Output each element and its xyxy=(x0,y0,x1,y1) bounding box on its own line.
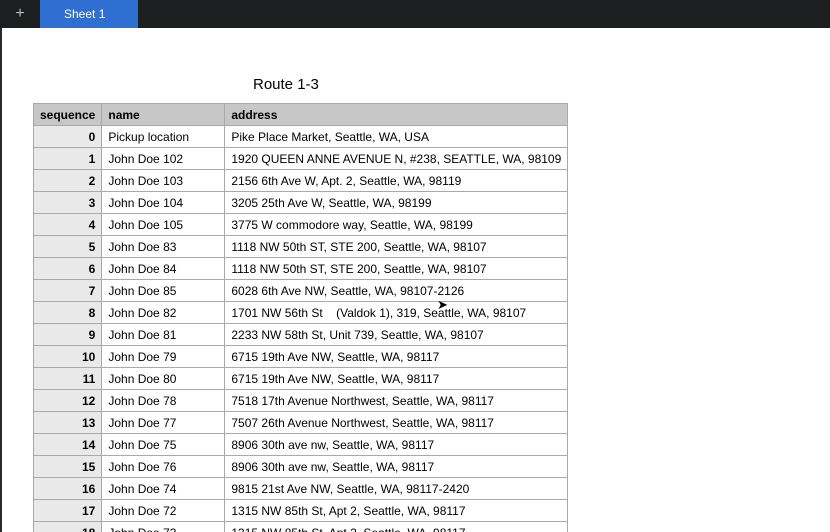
tab-bar: + Sheet 1 xyxy=(0,0,830,28)
cell-seq[interactable]: 0 xyxy=(34,126,102,148)
table-row: 9John Doe 812233 NW 58th St, Unit 739, S… xyxy=(34,324,568,346)
cell-name[interactable]: John Doe 81 xyxy=(102,324,225,346)
cell-seq[interactable]: 12 xyxy=(34,390,102,412)
cell-seq[interactable]: 8 xyxy=(34,302,102,324)
table-row: 8John Doe 821701 NW 56th St (Valdok 1), … xyxy=(34,302,568,324)
cell-addr[interactable]: 8906 30th ave nw, Seattle, WA, 98117 xyxy=(225,456,568,478)
cell-name[interactable]: John Doe 104 xyxy=(102,192,225,214)
cell-seq[interactable]: 16 xyxy=(34,478,102,500)
table-row: 7John Doe 856028 6th Ave NW, Seattle, WA… xyxy=(34,280,568,302)
cell-seq[interactable]: 11 xyxy=(34,368,102,390)
cell-seq[interactable]: 10 xyxy=(34,346,102,368)
cell-name[interactable]: John Doe 74 xyxy=(102,478,225,500)
cell-name[interactable]: John Doe 78 xyxy=(102,390,225,412)
cell-addr[interactable]: 2233 NW 58th St, Unit 739, Seattle, WA, … xyxy=(225,324,568,346)
cell-name[interactable]: Pickup location xyxy=(102,126,225,148)
table-row: 17John Doe 721315 NW 85th St, Apt 2, Sea… xyxy=(34,500,568,522)
cell-addr[interactable]: 7518 17th Avenue Northwest, Seattle, WA,… xyxy=(225,390,568,412)
cell-seq[interactable]: 15 xyxy=(34,456,102,478)
cell-addr[interactable]: 8906 30th ave nw, Seattle, WA, 98117 xyxy=(225,434,568,456)
header-row: sequence name address xyxy=(34,104,568,126)
cell-name[interactable]: John Doe 103 xyxy=(102,170,225,192)
cell-seq[interactable]: 3 xyxy=(34,192,102,214)
left-edge xyxy=(0,28,2,532)
cell-addr[interactable]: 1920 QUEEN ANNE AVENUE N, #238, SEATTLE,… xyxy=(225,148,568,170)
cell-seq[interactable]: 7 xyxy=(34,280,102,302)
cell-seq[interactable]: 9 xyxy=(34,324,102,346)
cell-name[interactable]: John Doe 79 xyxy=(102,346,225,368)
sheet-content: Route 1-3 sequence name address 0Pickup … xyxy=(0,28,830,532)
col-name[interactable]: name xyxy=(102,104,225,126)
table-row: 10John Doe 796715 19th Ave NW, Seattle, … xyxy=(34,346,568,368)
cell-name[interactable]: John Doe 72 xyxy=(102,500,225,522)
table-row: 18John Doe 731315 NW 85th St, Apt 2, Sea… xyxy=(34,522,568,532)
col-address[interactable]: address xyxy=(225,104,568,126)
cell-seq[interactable]: 5 xyxy=(34,236,102,258)
cell-addr[interactable]: 3775 W commodore way, Seattle, WA, 98199 xyxy=(225,214,568,236)
cell-name[interactable]: John Doe 77 xyxy=(102,412,225,434)
cell-seq[interactable]: 2 xyxy=(34,170,102,192)
cell-seq[interactable]: 6 xyxy=(34,258,102,280)
cell-addr[interactable]: 1118 NW 50th ST, STE 200, Seattle, WA, 9… xyxy=(225,258,568,280)
cell-name[interactable]: John Doe 102 xyxy=(102,148,225,170)
table-row: 13John Doe 777507 26th Avenue Northwest,… xyxy=(34,412,568,434)
cell-addr[interactable]: 6028 6th Ave NW, Seattle, WA, 98107-2126 xyxy=(225,280,568,302)
cell-seq[interactable]: 1 xyxy=(34,148,102,170)
cell-seq[interactable]: 4 xyxy=(34,214,102,236)
cell-addr[interactable]: 6715 19th Ave NW, Seattle, WA, 98117 xyxy=(225,346,568,368)
cell-addr[interactable]: 1118 NW 50th ST, STE 200, Seattle, WA, 9… xyxy=(225,236,568,258)
add-sheet-button[interactable]: + xyxy=(0,0,40,28)
cell-addr[interactable]: 3205 25th Ave W, Seattle, WA, 98199 xyxy=(225,192,568,214)
table-row: 0Pickup locationPike Place Market, Seatt… xyxy=(34,126,568,148)
col-sequence[interactable]: sequence xyxy=(34,104,102,126)
cell-name[interactable]: John Doe 85 xyxy=(102,280,225,302)
table-row: 1John Doe 1021920 QUEEN ANNE AVENUE N, #… xyxy=(34,148,568,170)
cell-name[interactable]: John Doe 82 xyxy=(102,302,225,324)
cell-addr[interactable]: Pike Place Market, Seattle, WA, USA xyxy=(225,126,568,148)
cell-name[interactable]: John Doe 75 xyxy=(102,434,225,456)
cell-name[interactable]: John Doe 80 xyxy=(102,368,225,390)
cell-name[interactable]: John Doe 73 xyxy=(102,522,225,532)
table-row: 6John Doe 841118 NW 50th ST, STE 200, Se… xyxy=(34,258,568,280)
cell-addr[interactable]: 1315 NW 85th St, Apt 2, Seattle, WA, 981… xyxy=(225,522,568,532)
cell-name[interactable]: John Doe 83 xyxy=(102,236,225,258)
table-row: 16John Doe 749815 21st Ave NW, Seattle, … xyxy=(34,478,568,500)
cell-addr[interactable]: 2156 6th Ave W, Apt. 2, Seattle, WA, 981… xyxy=(225,170,568,192)
table-row: 3John Doe 1043205 25th Ave W, Seattle, W… xyxy=(34,192,568,214)
tab-sheet1[interactable]: Sheet 1 xyxy=(40,0,138,28)
table-row: 14John Doe 758906 30th ave nw, Seattle, … xyxy=(34,434,568,456)
cell-addr[interactable]: 7507 26th Avenue Northwest, Seattle, WA,… xyxy=(225,412,568,434)
table-row: 2John Doe 1032156 6th Ave W, Apt. 2, Sea… xyxy=(34,170,568,192)
cell-name[interactable]: John Doe 105 xyxy=(102,214,225,236)
table-row: 4John Doe 1053775 W commodore way, Seatt… xyxy=(34,214,568,236)
cell-name[interactable]: John Doe 84 xyxy=(102,258,225,280)
cell-name[interactable]: John Doe 76 xyxy=(102,456,225,478)
cell-addr[interactable]: 1701 NW 56th St (Valdok 1), 319, Seattle… xyxy=(225,302,568,324)
table-row: 11John Doe 806715 19th Ave NW, Seattle, … xyxy=(34,368,568,390)
cell-addr[interactable]: 1315 NW 85th St, Apt 2, Seattle, WA, 981… xyxy=(225,500,568,522)
route-table: sequence name address 0Pickup locationPi… xyxy=(33,103,568,532)
cell-seq[interactable]: 18 xyxy=(34,522,102,532)
cell-addr[interactable]: 6715 19th Ave NW, Seattle, WA, 98117 xyxy=(225,368,568,390)
table-row: 12John Doe 787518 17th Avenue Northwest,… xyxy=(34,390,568,412)
cell-seq[interactable]: 13 xyxy=(34,412,102,434)
page-title: Route 1-3 xyxy=(253,76,830,93)
cell-seq[interactable]: 17 xyxy=(34,500,102,522)
cell-addr[interactable]: 9815 21st Ave NW, Seattle, WA, 98117-242… xyxy=(225,478,568,500)
cell-seq[interactable]: 14 xyxy=(34,434,102,456)
table-row: 5John Doe 831118 NW 50th ST, STE 200, Se… xyxy=(34,236,568,258)
table-row: 15John Doe 768906 30th ave nw, Seattle, … xyxy=(34,456,568,478)
